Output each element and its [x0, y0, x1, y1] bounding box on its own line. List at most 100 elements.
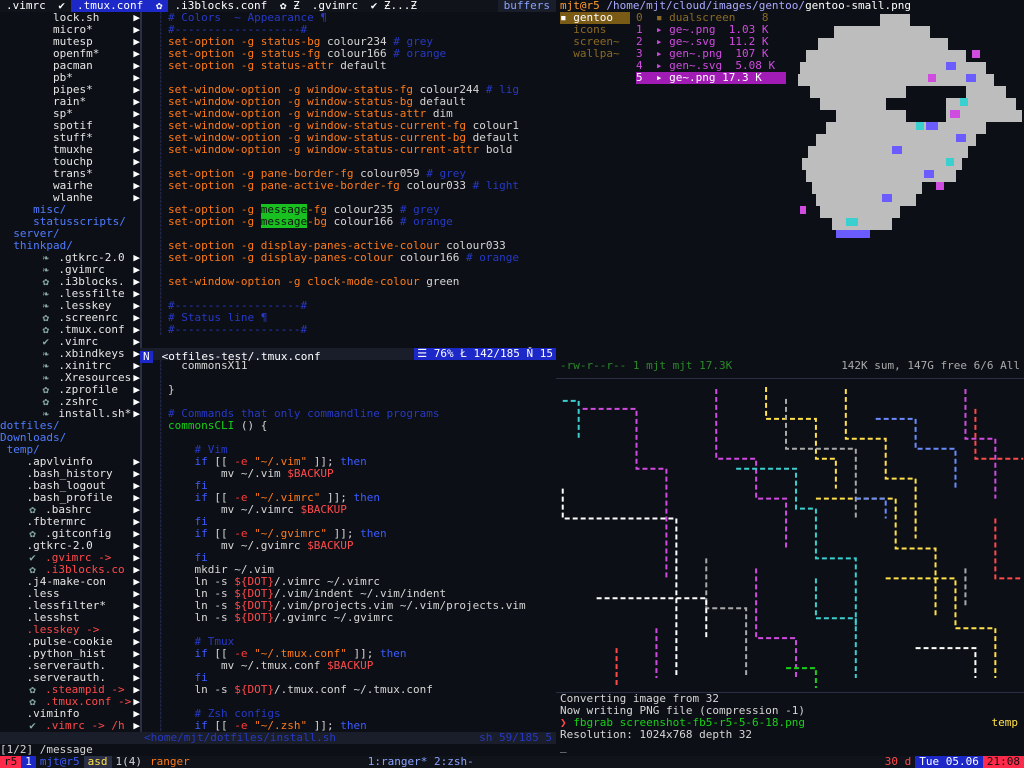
code-line[interactable]: ┆ set-window-option -g clock-mode-colour … — [140, 276, 556, 288]
tree-file[interactable]: tmuxhe ▶ — [0, 144, 140, 156]
tree-file[interactable]: ❧ .xinitrc ▶ — [0, 360, 140, 372]
code-line[interactable]: ┆ if [[ -e "~/.gvimrc" ]]; then — [140, 528, 556, 540]
code-line[interactable]: ┆ set-option -g message-fg colour235 # gr… — [140, 204, 556, 216]
code-line[interactable]: ┆ set-window-option -g window-status-bg d… — [140, 96, 556, 108]
code-line[interactable]: ┆ — [140, 372, 556, 384]
tree-file[interactable]: wairhe ▶ — [0, 180, 140, 192]
tmux-window-num[interactable]: 1 — [21, 756, 36, 768]
code-line[interactable]: ┆ if [[ -e "~/.tmux.conf" ]]; then — [140, 648, 556, 660]
tree-file[interactable]: ✔ .vimrc ▶ — [0, 336, 140, 348]
tree-file[interactable]: ✿ .tmux.conf ▶ — [0, 324, 140, 336]
code-line[interactable]: ┆ set-option -g display-panes-colour colo… — [140, 252, 556, 264]
tree-dir[interactable]: misc/ — [0, 204, 140, 216]
code-line[interactable]: ┆ # Vim — [140, 444, 556, 456]
tree-file[interactable]: ❧ install.sh* ▶ — [0, 408, 140, 420]
code-line[interactable]: ┆ — [140, 156, 556, 168]
tree-file[interactable]: rain* ▶ — [0, 96, 140, 108]
buffers-label[interactable]: buffers — [497, 0, 556, 12]
tree-file[interactable]: .lesshst ▶ — [0, 612, 141, 624]
code-line[interactable]: ┆ — [140, 192, 556, 204]
code-line[interactable]: ┆ mv ~/.vimrc $BACKUP — [140, 504, 556, 516]
tree-file[interactable]: ❧ .lessfilte ▶ — [0, 288, 140, 300]
code-line[interactable]: ┆ #-------------------# — [140, 24, 556, 36]
tree-dir[interactable]: dotfiles/ — [0, 420, 140, 432]
code-line[interactable]: ┆ — [140, 228, 556, 240]
ranger-file-row-selected[interactable]: 5 ▸ ge~.png 17.3 K — [636, 72, 786, 84]
tree-file[interactable]: spotif ▶ — [0, 120, 140, 132]
code-line[interactable]: ┆ # Commands that only commandline progra… — [140, 408, 556, 420]
code-line[interactable]: ┆ — [140, 288, 556, 300]
tab-vimrc[interactable]: .vimrc ✔ — [0, 0, 71, 12]
code-line[interactable]: ┆ fi — [140, 552, 556, 564]
tree-file[interactable]: mutesp ▶ — [0, 36, 140, 48]
code-line[interactable]: ┆ set-option -g display-panes-active-colo… — [140, 240, 556, 252]
code-line[interactable]: ┆ set-option -g status-attr default — [140, 60, 556, 72]
tmux-window-name[interactable]: ranger — [146, 756, 194, 768]
code-line[interactable]: ┆ — [140, 396, 556, 408]
code-line[interactable]: ┆ set-option -g message-bg colour166 # or… — [140, 216, 556, 228]
tree-file[interactable]: .gtkrc-2.0 ▶ — [0, 540, 141, 552]
code-line[interactable]: ┆ ln -s ${DOT}/.gvimrc ~/.gvimrc — [140, 612, 556, 624]
code-line[interactable]: ┆ set-option -g status-bg colour234 # gre… — [140, 36, 556, 48]
tree-file[interactable]: ✔ .vimrc -> /h ▶ — [0, 720, 140, 732]
tree-file[interactable]: ✔ .gvimrc -> ▶ — [0, 552, 140, 564]
tree-dir[interactable]: temp/ — [0, 444, 140, 456]
code-line[interactable]: ┆ — [140, 264, 556, 276]
tree-file[interactable]: .serverauth. ▶ — [0, 660, 141, 672]
tab-tmux-conf[interactable]: .tmux.conf ✿ — [71, 0, 169, 12]
code-line[interactable]: ┆ — [140, 696, 556, 708]
code-line[interactable]: ┆ # Zsh configs — [140, 708, 556, 720]
tree-file[interactable]: .viminfo ▶ — [0, 708, 141, 720]
code-line[interactable]: ┆ # Tmux — [140, 636, 556, 648]
code-line[interactable]: ┆ set-window-option -g window-status-curr… — [140, 132, 556, 144]
code-line[interactable]: ┆ set-window-option -g window-status-curr… — [140, 120, 556, 132]
code-line[interactable]: ┆ set-option -g pane-border-fg colour059 … — [140, 168, 556, 180]
code-line[interactable]: ┆ ln -s ${DOT}/.vimrc ~/.vimrc — [140, 576, 556, 588]
code-line[interactable]: ┆ set-window-option -g window-status-curr… — [140, 144, 556, 156]
tree-file[interactable]: .fbtermrc ▶ — [0, 516, 141, 528]
tree-file[interactable]: .lessfilter* ▶ — [0, 600, 141, 612]
tree-file[interactable]: .bash_logout ▶ — [0, 480, 141, 492]
tree-file[interactable]: pacman ▶ — [0, 60, 140, 72]
tree-file[interactable]: ✿ .steampid -> ▶ — [0, 684, 140, 696]
code-line[interactable]: ┆ set-window-option -g window-status-fg c… — [140, 84, 556, 96]
code-line[interactable]: ┆ fi — [140, 480, 556, 492]
tmux-window-list[interactable]: 1:ranger* 2:zsh- — [364, 756, 478, 768]
code-line[interactable]: ┆ fi — [140, 516, 556, 528]
code-line[interactable]: ┆ #-------------------# — [140, 324, 556, 336]
code-line[interactable]: ┆ mv ~/.vim $BACKUP — [140, 468, 556, 480]
code-line[interactable]: ┆ mkdir ~/.vim — [140, 564, 556, 576]
tree-file[interactable]: .serverauth. ▶ — [0, 672, 141, 684]
tree-file[interactable]: openfm* ▶ — [0, 48, 140, 60]
tree-file[interactable]: ✿ .screenrc ▶ — [0, 312, 140, 324]
tree-file[interactable]: micro* ▶ — [0, 24, 140, 36]
tree-file[interactable]: ✿ .gitconfig ▶ — [0, 528, 140, 540]
code-line[interactable]: ┆ fi — [140, 672, 556, 684]
tree-file[interactable]: sp* ▶ — [0, 108, 140, 120]
tree-file[interactable]: .bash_history ▶ — [0, 468, 141, 480]
tree-file[interactable]: ❧ .lesskey ▶ — [0, 300, 140, 312]
code-line[interactable]: ┆ commonsCLI () { — [140, 420, 556, 432]
tmux-session[interactable]: r5 — [0, 756, 22, 768]
tree-file[interactable]: wlanhe ▶ — [0, 192, 140, 204]
code-line[interactable]: ┆ set-option -g pane-active-border-fg col… — [140, 180, 556, 192]
tree-file[interactable]: touchp ▶ — [0, 156, 140, 168]
tree-file[interactable]: ✿ .i3blocks.co ▶ — [0, 564, 140, 576]
code-line[interactable]: ┆ if [[ -e "~/.vim" ]]; then — [140, 456, 556, 468]
code-line[interactable]: ┆ — [140, 72, 556, 84]
tree-dir[interactable]: server/ — [0, 228, 140, 240]
tree-file[interactable]: trans* ▶ — [0, 168, 140, 180]
tree-file[interactable]: pb* ▶ — [0, 72, 140, 84]
tree-file[interactable]: lock.sh ▶ — [0, 12, 140, 24]
editor-top-window[interactable]: ┆ # Colors ~ Appearance ¶ ┆ #--------------… — [140, 12, 556, 336]
tree-file[interactable]: ❧ .Xresources ▶ — [0, 372, 140, 384]
tab-i3blocks-conf[interactable]: .i3blocks.conf ✿ Ƶ — [168, 0, 305, 12]
tree-file[interactable]: ✿ .zshrc ▶ — [0, 396, 140, 408]
shell-pane[interactable]: Converting image from 32 Now writing PNG… — [556, 692, 1024, 756]
tree-file[interactable]: ✿ .i3blocks. ▶ — [0, 276, 140, 288]
code-line[interactable]: ┆ set-option -g status-fg colour166 # ora… — [140, 48, 556, 60]
tree-file[interactable]: .apvlvinfo ▶ — [0, 456, 141, 468]
tree-dir[interactable]: statusscripts/ — [0, 216, 140, 228]
tree-file[interactable]: ❧ .gvimrc ▶ — [0, 264, 140, 276]
tree-file[interactable]: .python_hist ▶ — [0, 648, 141, 660]
